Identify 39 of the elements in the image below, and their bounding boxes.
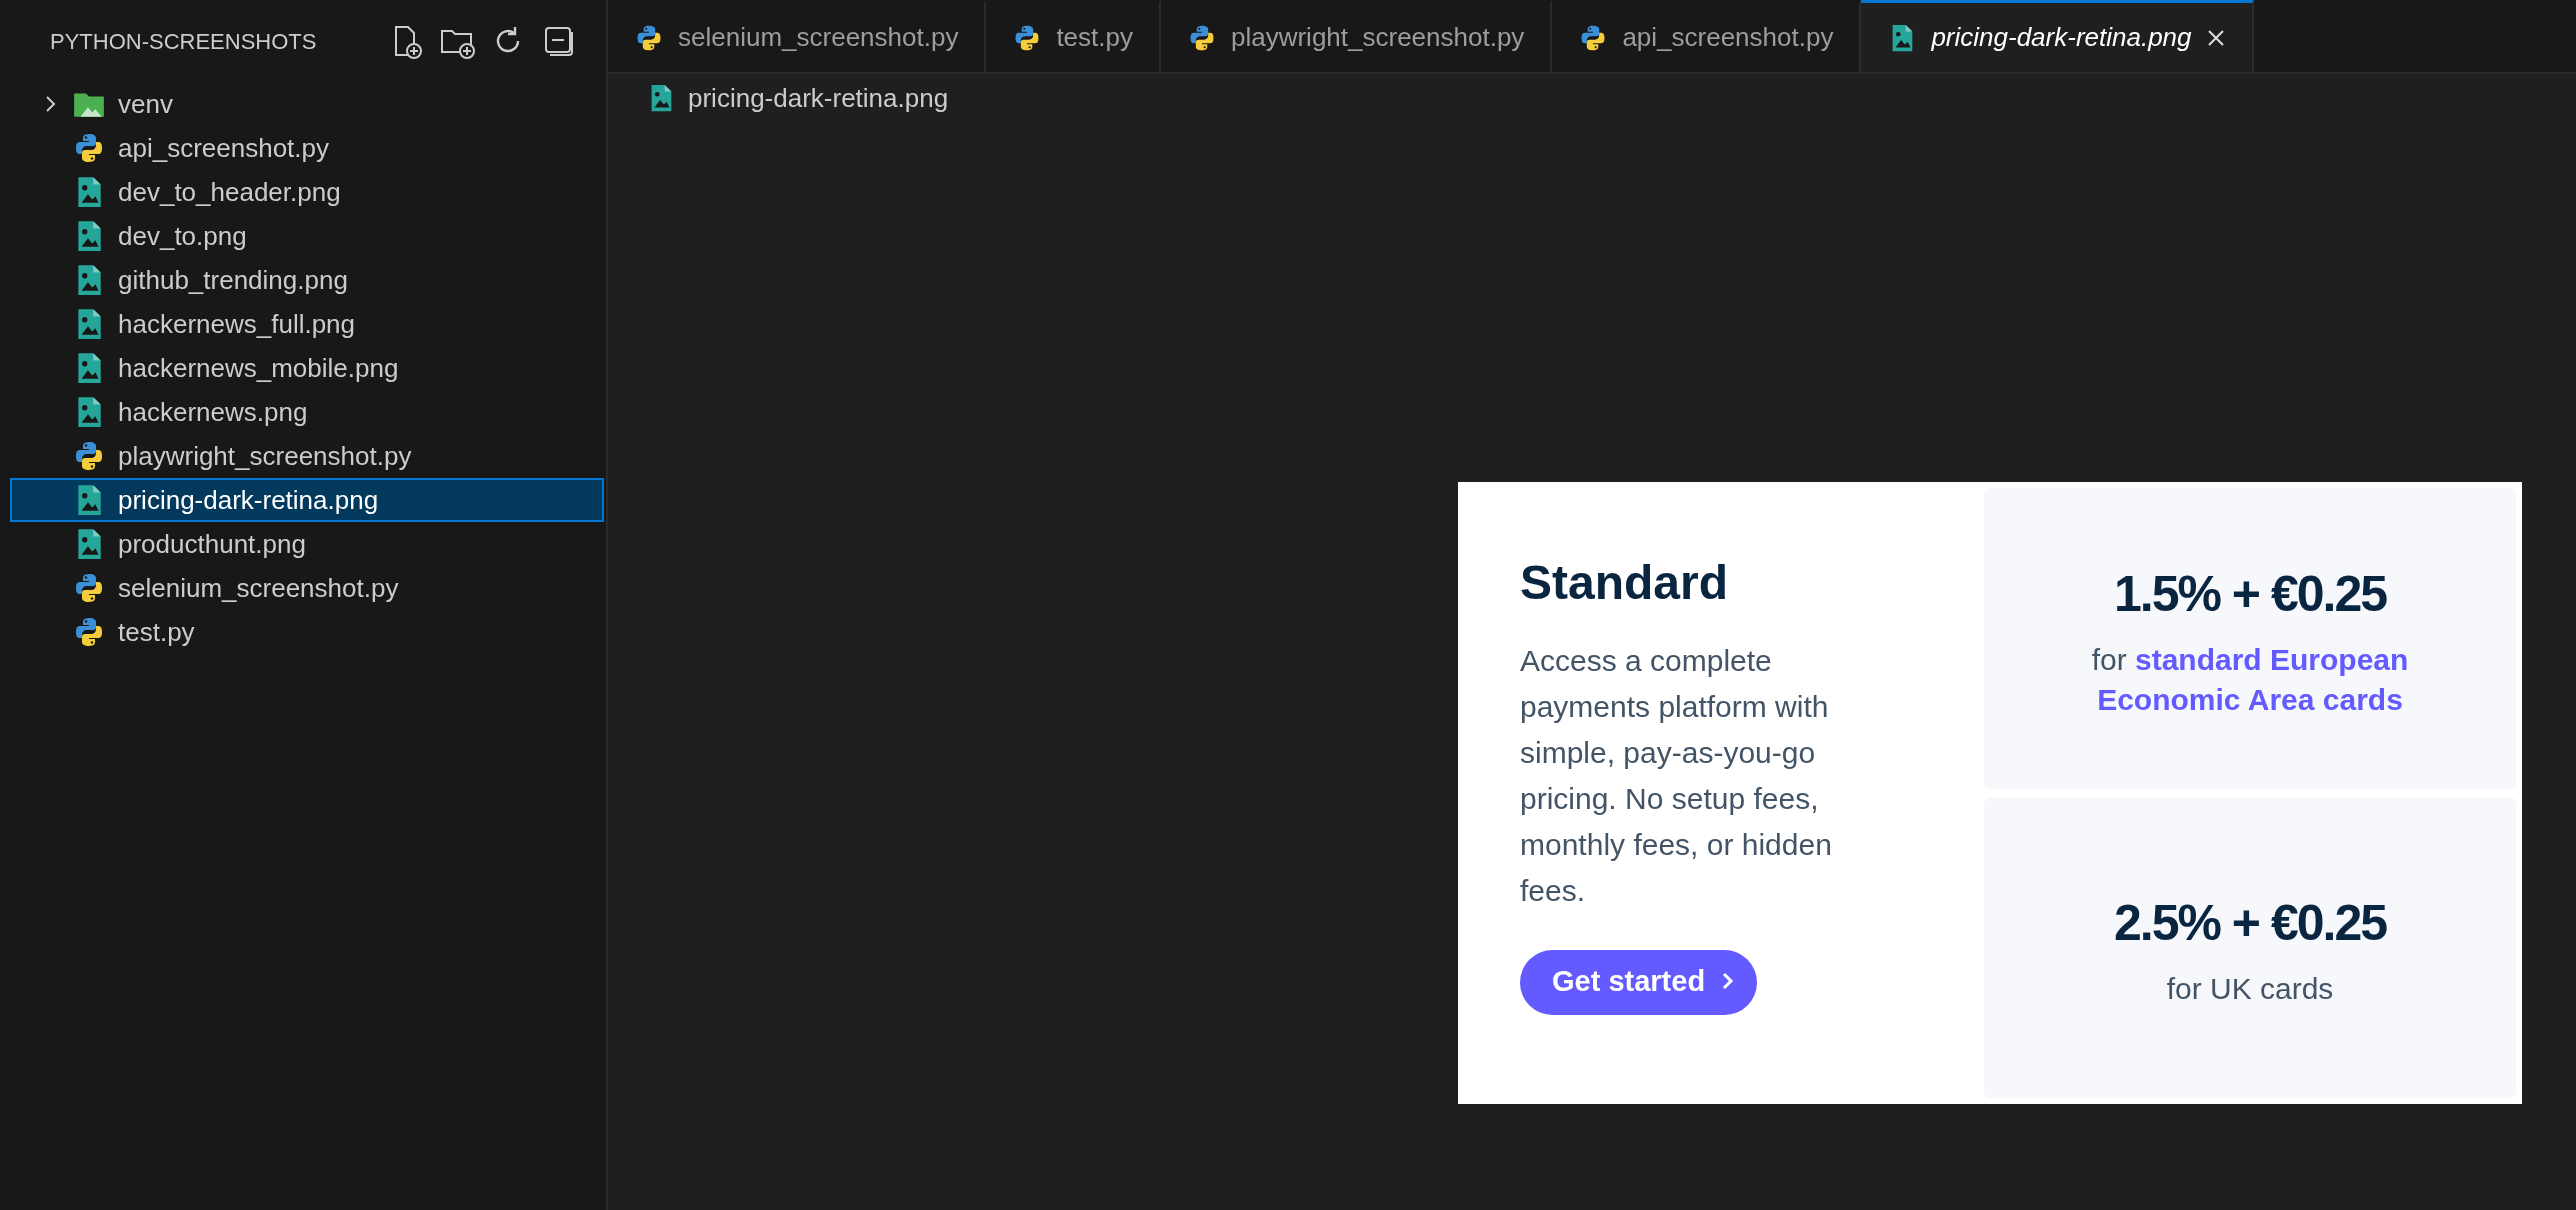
file-tree-item[interactable]: dev_to.png <box>10 214 604 258</box>
file-tree-item[interactable]: github_trending.png <box>10 258 604 302</box>
price-note: for standard European Economic Area cards <box>2090 642 2410 718</box>
file-tree-item[interactable]: playwright_screenshot.py <box>10 434 604 478</box>
file-name: hackernews_mobile.png <box>118 351 399 385</box>
file-name: venv <box>118 87 173 121</box>
file-name: producthunt.png <box>118 527 306 561</box>
get-started-button[interactable]: Get started <box>1520 949 1758 1016</box>
card-type-link[interactable]: standard European <box>2135 643 2409 676</box>
file-tree-item[interactable]: hackernews.png <box>10 390 604 434</box>
price-amount: 2.5% + €0.25 <box>2113 894 2387 953</box>
price-amount: 1.5% + €0.25 <box>2113 565 2387 624</box>
file-tree-item[interactable]: venv <box>10 82 604 126</box>
card-type-link[interactable]: Economic Area cards <box>2097 683 2403 716</box>
file-name: api_screenshot.py <box>118 131 330 165</box>
file-name: selenium_screenshot.py <box>118 571 399 605</box>
file-tree-item[interactable]: hackernews_mobile.png <box>10 346 604 390</box>
file-tree-item[interactable]: test.py <box>10 610 604 654</box>
file-tree-item[interactable]: pricing-dark-retina.png <box>10 478 604 522</box>
plan-description: Access a complete payments platform with simple, pay-as-you-go pricing. No setup fees, monthly fees, or hidden fees. <box>1520 642 1833 909</box>
file-name: dev_to.png <box>118 219 247 253</box>
price-note: for UK cards <box>2165 971 2335 1007</box>
file-name: hackernews.png <box>118 395 308 429</box>
file-name: github_trending.png <box>118 263 348 297</box>
file-tree-item[interactable]: hackernews_full.png <box>10 302 604 346</box>
plan-title: Standard <box>1520 555 1730 611</box>
file-tree-item[interactable]: dev_to_header.png <box>10 170 604 214</box>
file-name: playwright_screenshot.py <box>118 439 412 473</box>
file-name: hackernews_full.png <box>118 307 356 341</box>
file-name: dev_to_header.png <box>118 175 341 209</box>
close-icon <box>2205 27 2226 48</box>
file-name: pricing-dark-retina.png <box>118 483 379 517</box>
file-tree-item[interactable]: selenium_screenshot.py <box>10 566 604 610</box>
file-tree-item[interactable]: api_screenshot.py <box>10 126 604 170</box>
explorer-title: PYTHON-SCREENSHOTS <box>50 27 318 56</box>
file-name: test.py <box>118 615 195 649</box>
editor-tab[interactable]: pricing-dark-retina.png <box>1861 0 2254 72</box>
breadcrumb-item[interactable]: pricing-dark-retina.png <box>688 78 949 118</box>
file-tree-item[interactable]: producthunt.png <box>10 522 604 566</box>
